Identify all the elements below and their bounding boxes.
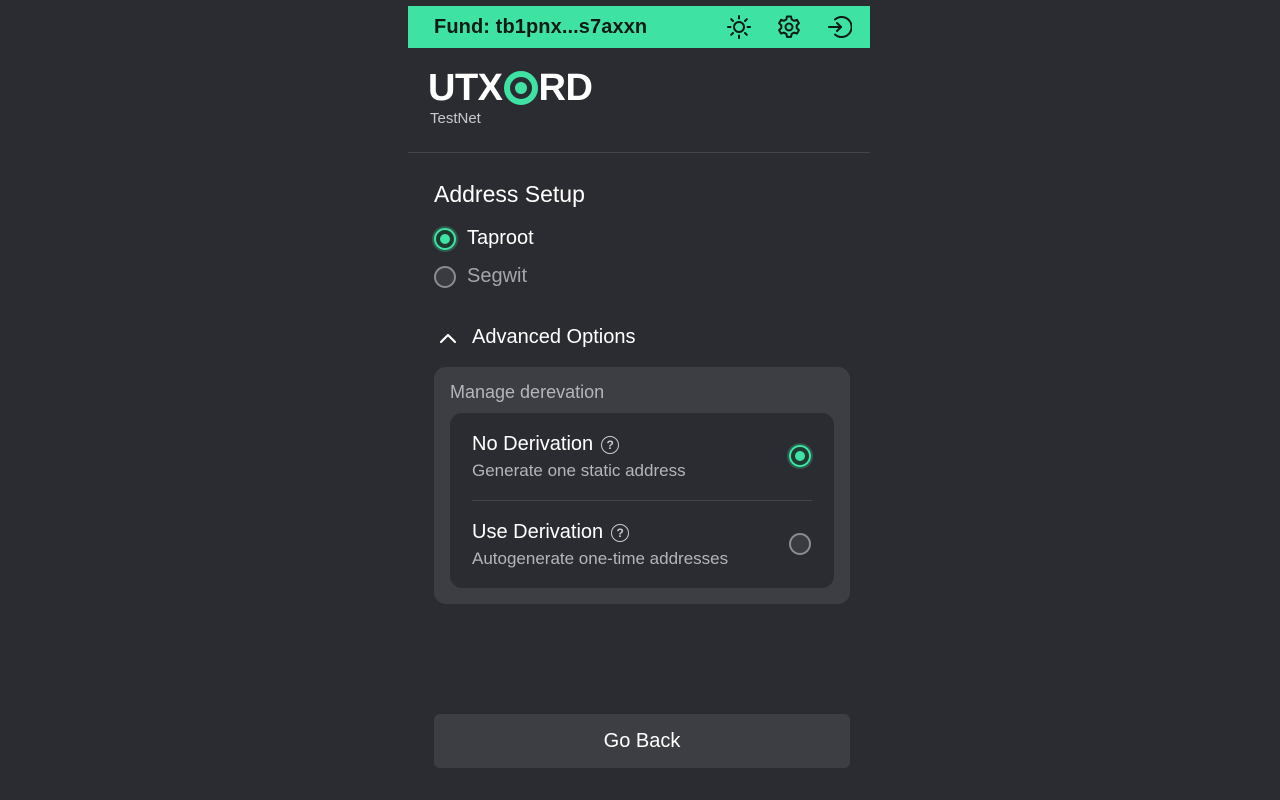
manage-derivation-title: Manage derevation bbox=[450, 382, 605, 402]
logo-text-right: RD bbox=[538, 67, 593, 109]
logo-text-left: UTX bbox=[428, 67, 503, 109]
radio-use-derivation[interactable] bbox=[789, 533, 811, 555]
topbar-actions bbox=[726, 6, 852, 48]
utxord-logo: UTX RD TestNet bbox=[428, 67, 593, 127]
radio-taproot-indicator[interactable] bbox=[434, 227, 456, 250]
advanced-options-panel: Manage derevation No Derivation ? Genera… bbox=[434, 367, 850, 604]
login-icon[interactable] bbox=[826, 14, 852, 40]
go-back-button[interactable]: Go Back bbox=[434, 714, 850, 768]
radio-no-derivation[interactable] bbox=[789, 445, 811, 467]
logo-ring-icon bbox=[503, 71, 538, 105]
advanced-options-toggle[interactable]: Advanced Options bbox=[438, 326, 635, 349]
radio-taproot[interactable]: Taproot bbox=[434, 227, 534, 250]
radio-segwit-indicator[interactable] bbox=[434, 265, 456, 288]
help-icon[interactable]: ? bbox=[601, 435, 620, 454]
use-derivation-description: Autogenerate one-time addresses bbox=[472, 549, 729, 568]
fund-address[interactable]: Fund: tb1pnx...s7axxn bbox=[434, 16, 647, 39]
gear-icon[interactable] bbox=[776, 14, 802, 40]
option-no-derivation[interactable]: No Derivation ? Generate one static addr… bbox=[472, 433, 812, 493]
network-label: TestNet bbox=[430, 110, 481, 127]
advanced-options-label: Advanced Options bbox=[472, 326, 636, 348]
options-divider bbox=[472, 500, 812, 501]
help-icon[interactable]: ? bbox=[611, 523, 630, 542]
use-derivation-title: Use Derivation bbox=[472, 521, 604, 543]
header-divider bbox=[408, 152, 870, 153]
wallet-panel: Fund: tb1pnx...s7axxn UTX RD TestNet Add… bbox=[408, 0, 870, 800]
logo-wordmark: UTX RD bbox=[428, 67, 593, 109]
radio-taproot-label: Taproot bbox=[467, 227, 534, 249]
option-use-derivation[interactable]: Use Derivation ? Autogenerate one-time a… bbox=[472, 521, 812, 581]
sun-icon[interactable] bbox=[726, 14, 752, 40]
no-derivation-description: Generate one static address bbox=[472, 461, 686, 480]
chevron-up-icon bbox=[439, 333, 457, 343]
radio-segwit-label: Segwit bbox=[467, 265, 528, 287]
radio-segwit[interactable]: Segwit bbox=[434, 265, 527, 288]
fund-bar: Fund: tb1pnx...s7axxn bbox=[408, 6, 870, 48]
no-derivation-title: No Derivation bbox=[472, 433, 594, 455]
address-setup-title: Address Setup bbox=[434, 181, 585, 207]
derivation-options-list: No Derivation ? Generate one static addr… bbox=[450, 413, 834, 588]
